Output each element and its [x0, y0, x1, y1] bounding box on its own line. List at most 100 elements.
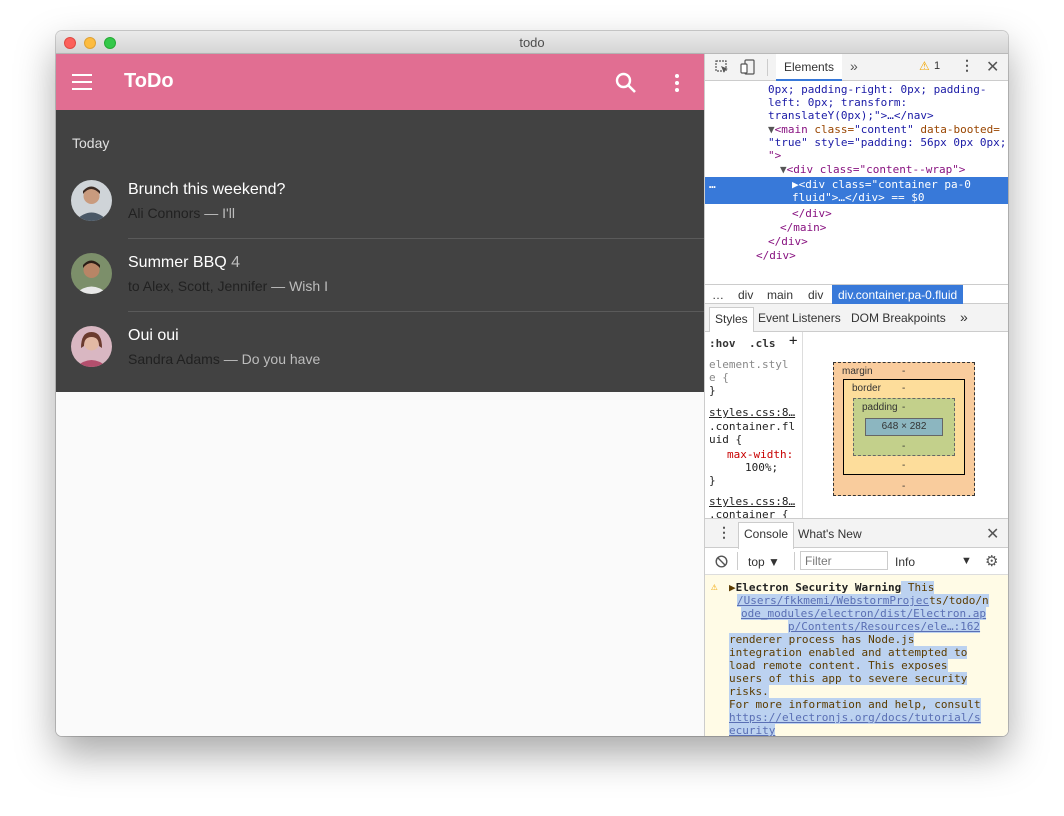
warning-icon: ⚠: [711, 580, 718, 593]
tab-whats-new[interactable]: What's New: [798, 527, 862, 541]
chevron-down-icon[interactable]: ▼: [961, 555, 972, 567]
style-line: }: [709, 474, 716, 487]
console-link[interactable]: ecurity: [729, 724, 776, 736]
tab-styles[interactable]: Styles: [709, 307, 754, 332]
list-item[interactable]: Summer BBQ 4 to Alex, Scott, Jennifer — …: [56, 237, 704, 309]
list-item[interactable]: Oui oui Sandra Adams — Do you have: [56, 310, 704, 382]
search-icon[interactable]: [615, 72, 637, 94]
devtools-panel: Elements » ⚠ 1 ⋮ ✕ 0px; padding-right: 0…: [704, 54, 1008, 736]
breadcrumb-item[interactable]: …: [712, 288, 724, 302]
console-line: risks.: [729, 685, 769, 698]
menu-icon[interactable]: [72, 74, 92, 90]
cls-toggle[interactable]: .cls: [749, 337, 776, 350]
style-line: .container.fl: [709, 420, 796, 433]
clear-console-icon[interactable]: [715, 555, 728, 568]
console-line: load remote content. This exposes: [729, 659, 948, 672]
hov-toggle[interactable]: :hov: [709, 337, 736, 350]
item-subtitle: Sandra Adams — Do you have: [128, 351, 321, 367]
app-pane: ToDo Today Brunch this weekend? Ali Conn…: [56, 54, 704, 736]
item-title: Summer BBQ 4: [128, 254, 241, 271]
console-line: users of this app to severe security: [729, 672, 968, 685]
box-value: -: [902, 441, 906, 452]
dom-line: </div>: [792, 207, 832, 220]
dom-line: ">: [768, 149, 782, 162]
style-property[interactable]: max-width:: [727, 448, 793, 461]
styles-tab-bar: Styles Event Listeners DOM Breakpoints »: [705, 304, 1008, 332]
box-value: -: [902, 460, 906, 471]
tab-dom-breakpoints[interactable]: DOM Breakpoints: [851, 311, 946, 325]
todo-list: Today Brunch this weekend? Ali Connors —…: [56, 110, 704, 392]
separator: [737, 552, 738, 570]
dom-line: </main>: [780, 221, 827, 234]
level-select[interactable]: Info: [895, 555, 915, 569]
separator: [767, 59, 768, 76]
tab-elements[interactable]: Elements: [776, 54, 842, 81]
more-tabs-icon[interactable]: »: [960, 309, 968, 325]
more-vert-icon[interactable]: [673, 72, 681, 94]
list-item[interactable]: Brunch this weekend? Ali Connors — I'll: [56, 164, 704, 236]
style-line: e {: [709, 371, 729, 384]
warning-count: 1: [934, 60, 941, 72]
dom-line[interactable]: ▼<div class="content--wrap">: [780, 163, 965, 176]
dom-line: fluid">…</div> == $0: [792, 191, 925, 204]
dom-line: translateY(0px);">…</nav>: [768, 109, 934, 122]
console-line[interactable]: ▶Electron Security Warning This: [729, 581, 935, 594]
box-value: -: [902, 383, 906, 394]
styles-pane: :hov .cls + element.styl e { } styles.cs…: [705, 332, 803, 518]
box-label: margin: [842, 366, 873, 377]
stylesheet-link[interactable]: styles.css:8…: [709, 406, 795, 419]
box-value: -: [902, 481, 906, 492]
more-tabs-icon[interactable]: »: [850, 58, 858, 74]
box-value: -: [902, 366, 906, 377]
stylesheet-link[interactable]: styles.css:8…: [709, 495, 795, 508]
box-label: border: [852, 383, 881, 394]
gear-icon[interactable]: ⚙: [985, 552, 998, 570]
dom-line: "true" style="padding: 56px 0px 0px;: [768, 136, 1007, 149]
drawer-menu-icon[interactable]: ⋮: [717, 524, 731, 541]
device-toggle-icon[interactable]: [740, 59, 756, 75]
breadcrumb-item[interactable]: div: [738, 288, 753, 302]
console-warning-message: ⚠ ▶Electron Security Warning This /Users…: [705, 575, 1008, 736]
console-line: renderer process has Node.js: [729, 633, 915, 646]
devtools-menu-icon[interactable]: ⋮: [960, 57, 974, 74]
style-line: uid {: [709, 433, 743, 446]
console-toolbar: top ▼ Filter Info ▼ ⚙: [705, 548, 1008, 575]
devtools-tab-bar: Elements » ⚠ 1 ⋮ ✕: [705, 54, 1008, 81]
breadcrumb-item[interactable]: main: [767, 288, 793, 302]
console-link[interactable]: https://electronjs.org/docs/tutorial/s: [729, 711, 981, 724]
close-drawer-icon[interactable]: ✕: [986, 524, 999, 544]
box-model-content[interactable]: 648 × 282: [865, 418, 943, 436]
dom-line[interactable]: ▼<main class="content" data-booted=: [768, 123, 1000, 136]
dom-line: ▶<div class="container pa-0: [792, 178, 971, 191]
console-line: For more information and help, consult: [729, 698, 981, 711]
close-devtools-icon[interactable]: ✕: [986, 57, 999, 77]
app-title: ToDo: [124, 70, 174, 92]
avatar: [71, 180, 112, 221]
avatar: [71, 326, 112, 367]
item-title: Oui oui: [128, 327, 179, 344]
app-window: todo ToDo Today Brunch this weekend? Ali…: [56, 31, 1008, 736]
context-select[interactable]: top ▼: [748, 555, 780, 569]
selected-dom-node[interactable]: … ▶<div class="container pa-0 fluid">…</…: [705, 177, 1008, 204]
style-line: element.styl: [709, 358, 789, 371]
style-value[interactable]: 100%;: [745, 461, 778, 474]
item-title: Brunch this weekend?: [128, 181, 286, 198]
app-toolbar: ToDo: [56, 54, 704, 110]
tab-event-listeners[interactable]: Event Listeners: [758, 311, 841, 325]
avatar: [71, 253, 112, 294]
breadcrumb-item[interactable]: div: [808, 288, 823, 302]
add-rule-icon[interactable]: +: [789, 334, 797, 348]
console-link[interactable]: /Users/fkkmemi/WebstormProjects/todo/n: [737, 594, 989, 607]
style-line: .container {: [709, 508, 789, 518]
breadcrumb-item-active[interactable]: div.container.pa-0.fluid: [832, 285, 964, 304]
breadcrumb: … div main div div.container.pa-0.fluid: [705, 284, 1008, 304]
inspect-icon[interactable]: [715, 60, 729, 74]
filter-input[interactable]: Filter: [800, 551, 888, 570]
warning-icon[interactable]: ⚠: [919, 59, 930, 73]
dom-line: left: 0px; transform:: [768, 96, 908, 109]
console-link[interactable]: p/Contents/Resources/ele…:162: [788, 620, 981, 633]
list-subheader: Today: [72, 135, 110, 151]
tab-console[interactable]: Console: [738, 522, 795, 549]
console-link[interactable]: ode_modules/electron/dist/Electron.ap: [741, 607, 987, 620]
elements-tree: 0px; padding-right: 0px; padding- left: …: [705, 81, 1008, 284]
